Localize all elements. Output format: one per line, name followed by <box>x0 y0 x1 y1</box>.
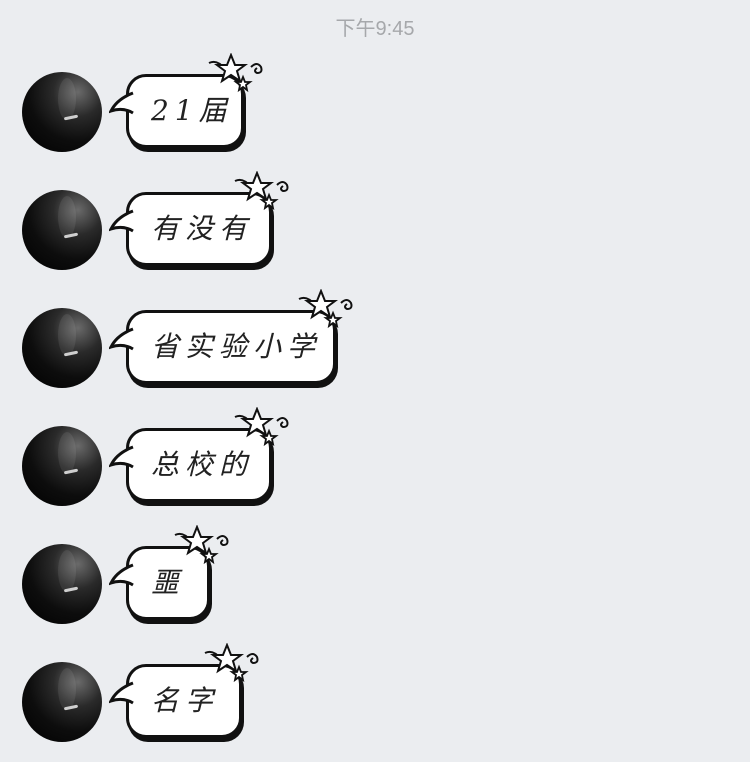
message-bubble[interactable]: 名字 <box>109 643 259 738</box>
bubble-tail <box>109 445 134 469</box>
avatar[interactable] <box>22 662 102 742</box>
avatar[interactable] <box>22 190 102 270</box>
stars-decoration-icon <box>174 525 229 565</box>
bubble-tail <box>109 681 134 705</box>
message-bubble[interactable]: 省实验小学 <box>109 289 353 384</box>
message-bubble[interactable]: 噩 <box>109 525 229 620</box>
stars-decoration-icon <box>234 407 289 447</box>
message-bubble[interactable]: 总校的 <box>109 407 289 502</box>
message-timestamp: 下午9:45 <box>335 18 415 40</box>
avatar[interactable] <box>22 426 102 506</box>
bubble-tail <box>109 91 134 115</box>
stars-decoration-icon <box>234 171 289 211</box>
chat-view: 下午9:45 21届 有没有 省实验小学 总校的 噩 名字 <box>0 0 750 754</box>
stars-decoration-icon <box>298 289 353 329</box>
bubble-tail <box>109 327 134 351</box>
stars-decoration-icon <box>204 643 259 683</box>
avatar[interactable] <box>22 544 102 624</box>
message-text: 省实验小学 <box>151 330 322 363</box>
message-bubble[interactable]: 21届 <box>109 53 263 148</box>
stars-decoration-icon <box>208 53 263 93</box>
message-bubble[interactable]: 有没有 <box>109 171 289 266</box>
avatar[interactable] <box>22 308 102 388</box>
bubble-tail <box>109 209 134 233</box>
avatar[interactable] <box>22 72 102 152</box>
bubble-tail <box>109 563 134 587</box>
